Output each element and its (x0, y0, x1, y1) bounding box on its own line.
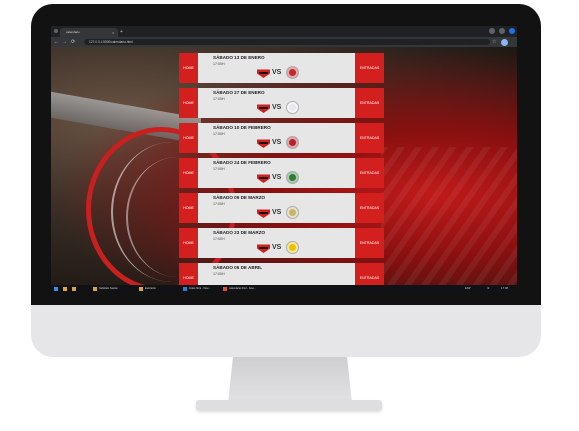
game-time: 17:00H (213, 202, 225, 206)
taskbar: Subtítulo Sesión Escritorio Index.html -… (51, 285, 517, 292)
folder-icon[interactable] (93, 286, 97, 291)
game-row: HOMESÁBADO 06 DE ABRIL17:00HVSENTRADAS (179, 263, 384, 285)
game-date: SÁBADO 23 DE MARZO (213, 230, 266, 235)
game-time: 17:00H (213, 167, 225, 171)
address-bar-row: ← → ⟳ 127.0.0.1:5500/calendario.html ☆ (51, 37, 517, 47)
court-image (381, 147, 517, 285)
monitor-stand-base (196, 400, 382, 410)
folder-icon[interactable] (63, 286, 67, 291)
home-button[interactable]: HOME (179, 123, 198, 153)
maximize-icon[interactable] (499, 28, 505, 34)
url-input[interactable]: 127.0.0.1:5500/calendario.html (84, 39, 490, 45)
tickets-button[interactable]: ENTRADAS (355, 263, 384, 285)
home-button[interactable]: HOME (179, 53, 198, 83)
game-row: HOME SÁBADO 24 DE FEBRERO 17:00H VS ENTRADAS (179, 158, 384, 188)
close-tab-icon[interactable]: × (112, 28, 114, 37)
taskbar-item[interactable]: calendario.html - Goo... (229, 286, 256, 291)
folder-icon[interactable] (72, 286, 76, 291)
home-team-logo (257, 104, 270, 113)
profile-avatar[interactable] (501, 38, 508, 46)
game-schedule: HOME SÁBADO 13 DE ENERO 17:00H VS ENTRADAS HO… (179, 53, 384, 285)
home-team-logo (257, 139, 270, 148)
tickets-button[interactable]: ENTRADAS (355, 228, 384, 258)
game-time: 17:00H (213, 62, 225, 66)
game-time: 17:00H (213, 272, 225, 276)
home-team-logo (257, 69, 270, 78)
game-time: 17:00H (213, 132, 225, 136)
forward-button[interactable]: → (62, 38, 67, 46)
away-team-logo (287, 172, 298, 183)
folder-icon[interactable] (139, 286, 143, 291)
taskbar-item[interactable]: Index.html - Visu... (189, 286, 210, 291)
home-button[interactable]: HOME (179, 158, 198, 188)
tickets-button[interactable]: ENTRADAS (355, 123, 384, 153)
taskbar-item[interactable]: Subtítulo Sesión (99, 286, 118, 291)
clock[interactable]: 17:08 (501, 286, 508, 291)
tab-title: calendario (66, 30, 80, 34)
game-date: SÁBADO 13 DE ENERO (213, 55, 265, 60)
game-row: HOME SÁBADO 09 DE MARZO 17:00H VS ENTRADAS (179, 193, 384, 223)
away-team-logo (287, 242, 298, 253)
tickets-button[interactable]: ENTRADAS (355, 193, 384, 223)
vs-label: VS (272, 139, 282, 146)
home-button[interactable]: HOME (179, 228, 198, 258)
vs-label: VS (272, 174, 282, 181)
game-date: SÁBADO 10 DE FEBRERO (213, 125, 271, 130)
vs-label: VS (272, 69, 282, 76)
star-icon[interactable]: ☆ (492, 38, 496, 46)
vscode-icon[interactable] (183, 286, 187, 291)
tickets-button[interactable]: ENTRADAS (355, 158, 384, 188)
taskbar-item[interactable]: Escritorio (145, 286, 156, 291)
game-row: HOME SÁBADO 27 DE ENERO 17:00H VS ENTRADAS (179, 88, 384, 118)
tickets-button[interactable]: ENTRADAS (355, 53, 384, 83)
back-button[interactable]: ← (54, 38, 59, 46)
home-team-logo (257, 174, 270, 183)
vs-label: VS (272, 104, 282, 111)
tab-calendario[interactable]: calendario (60, 28, 118, 37)
tab-bar: calendario × + (51, 26, 517, 37)
game-time: 17:00H (213, 97, 225, 101)
monitor-chin (31, 305, 541, 357)
page-content: HOME SÁBADO 13 DE ENERO 17:00H VS ENTRADAS HO… (51, 47, 517, 285)
game-date: SÁBADO 27 DE ENERO (213, 90, 265, 95)
screen: calendario × + ← → ⟳ 127.0.0.1:5500/cale… (51, 26, 517, 292)
game-date: SÁBADO 09 DE MARZO (213, 195, 266, 200)
home-button[interactable]: HOME (179, 263, 198, 285)
start-icon[interactable] (54, 286, 58, 291)
game-row: HOME SÁBADO 23 DE MARZO 17:00H VS ENTRADAS (179, 228, 384, 258)
home-button[interactable]: HOME (179, 193, 198, 223)
home-team-logo (257, 209, 270, 218)
game-date: SÁBADO 06 DE ABRIL (213, 265, 263, 270)
game-row: HOME SÁBADO 10 DE FEBRERO 17:00H VS ENTRADAS (179, 123, 384, 153)
game-date: SÁBADO 24 DE FEBRERO (213, 160, 271, 165)
wifi-icon[interactable]: ≋ (487, 286, 489, 291)
vs-label: VS (272, 244, 282, 251)
away-team-logo (287, 67, 298, 78)
new-tab-button[interactable]: + (120, 28, 123, 37)
chrome-icon[interactable] (223, 286, 227, 291)
tickets-button[interactable]: ENTRADAS (355, 88, 384, 118)
tab-search-icon[interactable] (54, 29, 58, 33)
home-team-logo (257, 244, 270, 253)
home-button[interactable]: HOME (179, 88, 198, 118)
monitor-stand-neck (228, 357, 352, 403)
reload-button[interactable]: ⟳ (71, 38, 75, 46)
away-team-logo (287, 102, 298, 113)
game-time: 17:00H (213, 237, 225, 241)
language-indicator[interactable]: ESP (465, 286, 471, 291)
game-row: HOME SÁBADO 13 DE ENERO 17:00H VS ENTRADAS (179, 53, 384, 83)
close-window-icon[interactable] (509, 28, 515, 34)
away-team-logo (287, 207, 298, 218)
vs-label: VS (272, 209, 282, 216)
minimize-icon[interactable] (489, 28, 495, 34)
away-team-logo (287, 137, 298, 148)
